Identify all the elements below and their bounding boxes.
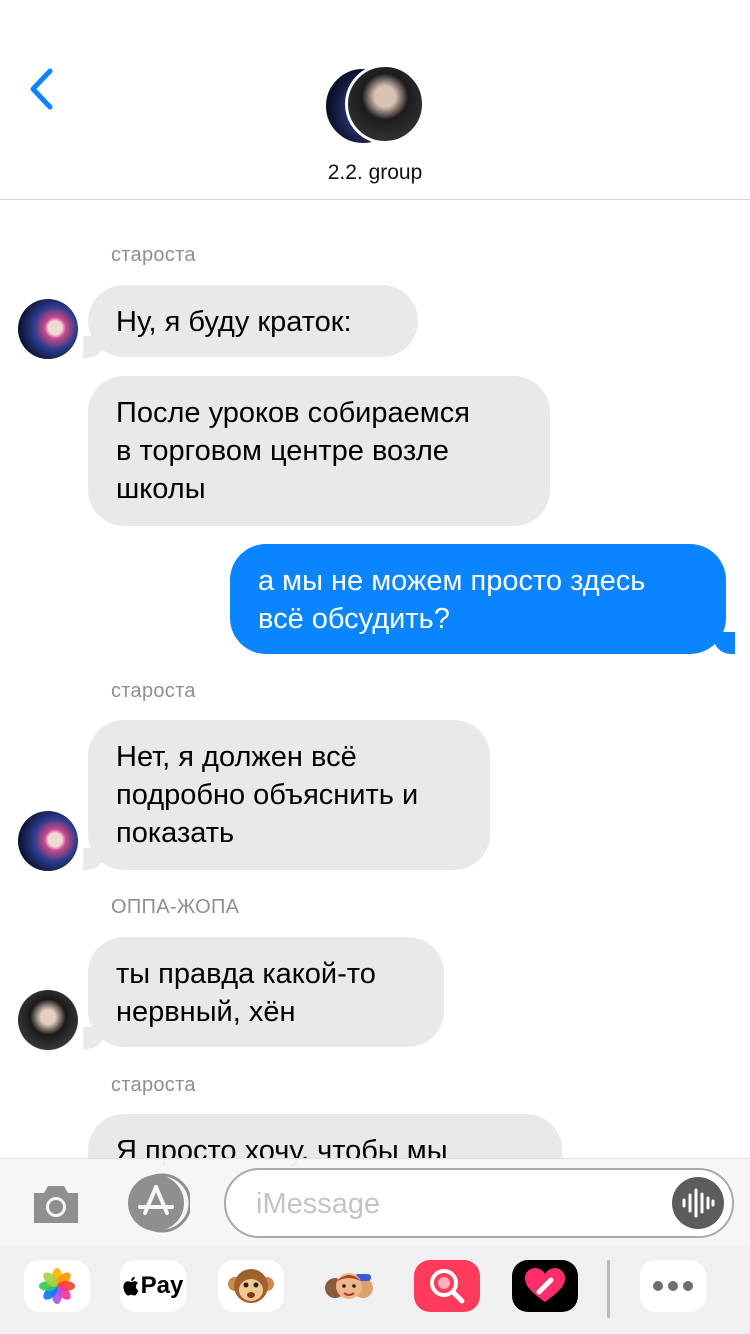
message-line: всё обсудить? bbox=[258, 603, 450, 635]
digital-touch-icon bbox=[525, 1268, 565, 1302]
message-line: ты правда какой-то bbox=[116, 958, 376, 990]
chevron-left-icon bbox=[30, 68, 53, 110]
app-store-button[interactable] bbox=[126, 1173, 192, 1233]
sender-name: староста bbox=[111, 680, 196, 702]
message-input[interactable] bbox=[256, 1184, 656, 1224]
search-images-icon bbox=[430, 1269, 465, 1304]
more-apps-button[interactable] bbox=[640, 1260, 706, 1312]
message-line: в торговом центре возле bbox=[116, 435, 449, 467]
drawer-divider bbox=[607, 1260, 610, 1318]
sender-avatar[interactable] bbox=[18, 990, 78, 1050]
photos-icon bbox=[39, 1268, 75, 1304]
photos-app[interactable] bbox=[24, 1260, 90, 1312]
animoji-icon bbox=[228, 1269, 274, 1303]
group-avatar[interactable] bbox=[323, 64, 427, 148]
compose-bar bbox=[0, 1158, 750, 1246]
message-line: подробно объяснить и bbox=[116, 779, 419, 811]
memoji-icon bbox=[325, 1273, 373, 1299]
incoming-message[interactable]: После уроков собираемся в торговом центр… bbox=[88, 376, 550, 526]
back-button[interactable] bbox=[22, 64, 62, 114]
sender-name: староста bbox=[111, 1074, 196, 1096]
camera-button[interactable] bbox=[30, 1179, 82, 1227]
camera-icon bbox=[34, 1186, 78, 1223]
apple-pay-icon: Pay bbox=[123, 1272, 184, 1300]
memoji-app[interactable] bbox=[316, 1260, 382, 1312]
group-name[interactable]: 2.2. group bbox=[0, 161, 750, 185]
message-line: показать bbox=[116, 817, 235, 849]
image-search-app[interactable] bbox=[414, 1260, 480, 1312]
sender-avatar[interactable] bbox=[18, 299, 78, 359]
sender-avatar[interactable] bbox=[18, 811, 78, 871]
member-avatar bbox=[345, 64, 425, 144]
more-icon bbox=[653, 1281, 693, 1291]
apple-logo-icon bbox=[123, 1276, 139, 1296]
apple-pay-label: Pay bbox=[140, 1272, 184, 1299]
message-line: Нет, я должен всё bbox=[116, 741, 357, 773]
message-line: После уроков собираемся bbox=[116, 397, 470, 429]
incoming-message[interactable]: ты правда какой-то нервный, хён bbox=[88, 937, 444, 1047]
conversation-header: 2.2. group bbox=[0, 0, 750, 200]
apple-pay-app[interactable]: Pay bbox=[120, 1260, 186, 1312]
message-line: а мы не можем просто здесь bbox=[258, 565, 646, 597]
incoming-message[interactable]: Нет, я должен всё подробно объяснить и п… bbox=[88, 720, 490, 870]
sender-name: ОППА-ЖОПА bbox=[111, 896, 240, 918]
app-store-icon bbox=[128, 1173, 192, 1233]
message-text: Ну, я буду краток: bbox=[116, 306, 352, 338]
digital-touch-app[interactable] bbox=[512, 1260, 578, 1312]
incoming-message[interactable]: Ну, я буду краток: bbox=[88, 285, 418, 357]
app-drawer: Pay bbox=[0, 1246, 750, 1334]
message-line: школы bbox=[116, 473, 206, 505]
animoji-app[interactable] bbox=[218, 1260, 284, 1312]
sender-name: староста bbox=[111, 244, 196, 266]
message-input-wrapper bbox=[224, 1168, 734, 1238]
outgoing-message[interactable]: а мы не можем просто здесь всё обсудить? bbox=[230, 544, 726, 654]
waveform-icon bbox=[682, 1188, 715, 1218]
message-line: нервный, хён bbox=[116, 996, 296, 1028]
audio-message-button[interactable] bbox=[672, 1177, 724, 1229]
